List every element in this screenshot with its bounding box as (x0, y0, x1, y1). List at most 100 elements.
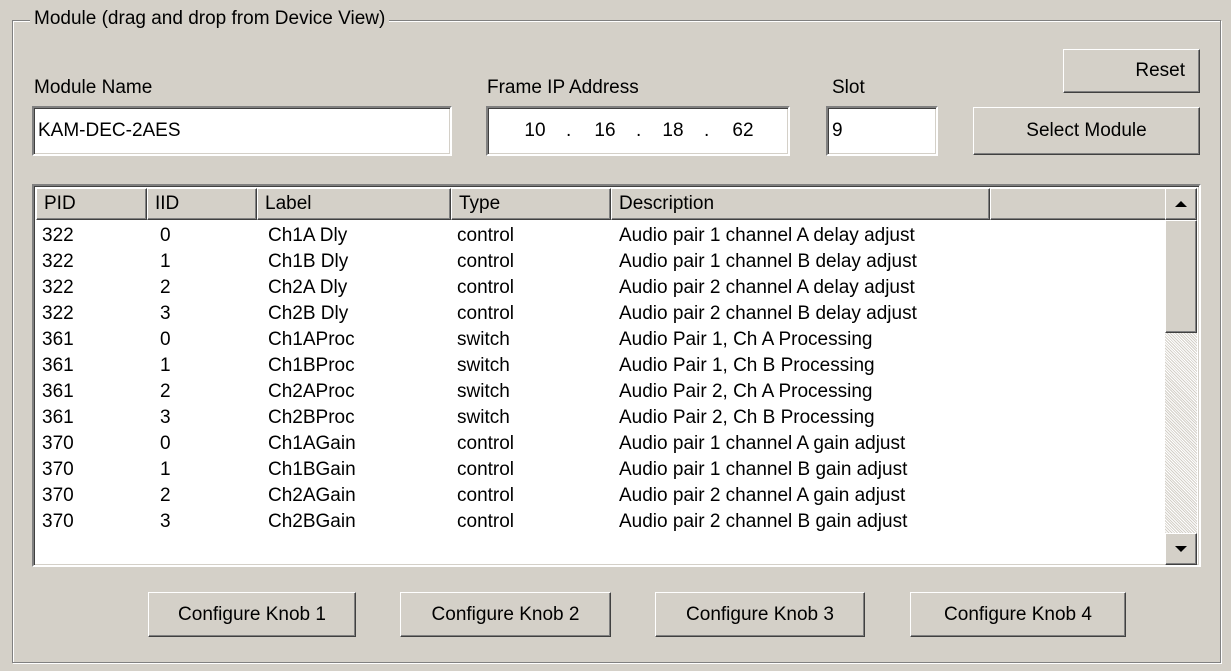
cell-description: Audio pair 1 channel B delay adjust (619, 251, 917, 272)
cell-label: Ch1B Dly (268, 251, 349, 272)
cell-label: Ch2BProc (268, 407, 355, 428)
column-header-label[interactable]: Label (257, 188, 451, 220)
table-row[interactable]: 370 2 Ch2AGain control Audio pair 2 channel … (36, 484, 1167, 508)
cell-label: Ch1BProc (268, 355, 355, 376)
cell-iid: 3 (160, 407, 171, 428)
table-row[interactable]: 370 3 Ch2BGain control Audio pair 2 channel … (36, 510, 1167, 534)
scroll-up-arrow-icon (1175, 201, 1187, 207)
configure-knob-3-button[interactable]: Configure Knob 3 (655, 592, 865, 637)
module-name-field[interactable] (32, 106, 452, 156)
cell-pid: 322 (42, 277, 74, 298)
cell-pid: 361 (42, 381, 74, 402)
cell-iid: 0 (160, 225, 171, 246)
cell-pid: 322 (42, 303, 74, 324)
ip-octet-2[interactable]: 16 (580, 108, 630, 154)
cell-description: Audio pair 1 channel A gain adjust (619, 433, 906, 454)
cell-label: Ch1AProc (268, 329, 355, 350)
ip-dot: . (704, 120, 710, 141)
table-row[interactable]: 322 1 Ch1B Dly control Audio pair 1 channel … (36, 250, 1167, 274)
cell-description: Audio pair 2 channel A delay adjust (619, 277, 915, 298)
table-row[interactable]: 322 0 Ch1A Dly control Audio pair 1 channel … (36, 224, 1167, 248)
cell-type: control (457, 251, 515, 272)
scroll-thumb[interactable] (1165, 220, 1197, 333)
table-row[interactable]: 361 3 Ch2BProc switch Audio Pair 2, Ch B Pro… (36, 406, 1167, 430)
cell-type: control (457, 459, 515, 480)
ip-octet-3[interactable]: 18 (648, 108, 698, 154)
vertical-scrollbar[interactable] (1165, 188, 1197, 565)
cell-pid: 370 (42, 433, 74, 454)
frame-ip-field[interactable]: 10 . 16 . 18 . 62 (486, 106, 790, 156)
table-row[interactable]: 361 0 Ch1AProc switch Audio Pair 1, Ch A Pro… (36, 328, 1167, 352)
reset-button[interactable]: Reset (1063, 49, 1200, 93)
scroll-up-button[interactable] (1165, 188, 1197, 220)
slot-label: Slot (832, 77, 865, 98)
table-row[interactable]: 370 1 Ch1BGain control Audio pair 1 channel … (36, 458, 1167, 482)
cell-description: Audio pair 1 channel A delay adjust (619, 225, 915, 246)
table-row[interactable]: 370 0 Ch1AGain control Audio pair 1 channel … (36, 432, 1167, 456)
cell-pid: 361 (42, 355, 74, 376)
cell-iid: 0 (160, 433, 171, 454)
groupbox-title: Module (drag and drop from Device View) (30, 8, 390, 30)
ip-dot: . (566, 120, 572, 141)
cell-type: control (457, 511, 515, 532)
cell-type: control (457, 433, 515, 454)
table-row[interactable]: 361 1 Ch1BProc switch Audio Pair 1, Ch B Pro… (36, 354, 1167, 378)
cell-description: Audio pair 2 channel B delay adjust (619, 303, 917, 324)
cell-description: Audio pair 1 channel B gain adjust (619, 459, 908, 480)
cell-type: switch (457, 407, 510, 428)
frame-ip-label: Frame IP Address (487, 77, 639, 98)
cell-type: control (457, 303, 515, 324)
table-row[interactable]: 322 2 Ch2A Dly control Audio pair 2 channel … (36, 276, 1167, 300)
cell-label: Ch1BGain (268, 459, 356, 480)
cell-iid: 3 (160, 511, 171, 532)
cell-pid: 322 (42, 225, 74, 246)
list-header: PID IID Label Type Description (36, 188, 1199, 220)
module-name-label: Module Name (34, 77, 153, 98)
cell-type: control (457, 277, 515, 298)
cell-iid: 1 (160, 251, 171, 272)
ip-dot: . (636, 120, 642, 141)
table-row[interactable]: 322 3 Ch2B Dly control Audio pair 2 channel … (36, 302, 1167, 326)
slot-field[interactable] (826, 106, 938, 156)
cell-type: control (457, 225, 515, 246)
scroll-down-button[interactable] (1165, 533, 1197, 565)
configure-knob-2-button[interactable]: Configure Knob 2 (400, 592, 611, 637)
cell-pid: 370 (42, 511, 74, 532)
cell-pid: 322 (42, 251, 74, 272)
ip-octet-1[interactable]: 10 (510, 108, 560, 154)
cell-description: Audio pair 2 channel B gain adjust (619, 511, 908, 532)
cell-iid: 1 (160, 355, 171, 376)
cell-description: Audio Pair 2, Ch A Processing (619, 381, 873, 402)
column-header-iid[interactable]: IID (147, 188, 257, 220)
cell-type: switch (457, 329, 510, 350)
table-row[interactable]: 361 2 Ch2AProc switch Audio Pair 2, Ch A Pro… (36, 380, 1167, 404)
configure-knob-1-button[interactable]: Configure Knob 1 (148, 592, 356, 637)
column-header-description[interactable]: Description (611, 188, 990, 220)
select-module-button[interactable]: Select Module (973, 107, 1200, 155)
list-rows: 322 0 Ch1A Dly control Audio pair 1 channel … (36, 220, 1167, 565)
configure-knob-4-button[interactable]: Configure Knob 4 (910, 592, 1126, 637)
scroll-down-arrow-icon (1175, 546, 1187, 552)
parameter-list[interactable]: PID IID Label Type Description 322 0 Ch1A … (32, 184, 1201, 567)
cell-label: Ch2B Dly (268, 303, 349, 324)
column-header-blank[interactable] (990, 188, 1170, 220)
cell-label: Ch2A Dly (268, 277, 348, 298)
cell-description: Audio Pair 1, Ch B Processing (619, 355, 875, 376)
ip-octet-4[interactable]: 62 (716, 108, 770, 154)
cell-type: switch (457, 381, 510, 402)
column-header-pid[interactable]: PID (36, 188, 147, 220)
cell-iid: 1 (160, 459, 171, 480)
cell-description: Audio Pair 2, Ch B Processing (619, 407, 875, 428)
cell-label: Ch1A Dly (268, 225, 348, 246)
cell-description: Audio Pair 1, Ch A Processing (619, 329, 873, 350)
cell-pid: 370 (42, 459, 74, 480)
cell-iid: 0 (160, 329, 171, 350)
cell-pid: 370 (42, 485, 74, 506)
cell-pid: 361 (42, 329, 74, 350)
cell-iid: 2 (160, 381, 171, 402)
cell-iid: 3 (160, 303, 171, 324)
cell-label: Ch2AProc (268, 381, 355, 402)
cell-iid: 2 (160, 277, 171, 298)
cell-type: control (457, 485, 515, 506)
column-header-type[interactable]: Type (451, 188, 611, 220)
